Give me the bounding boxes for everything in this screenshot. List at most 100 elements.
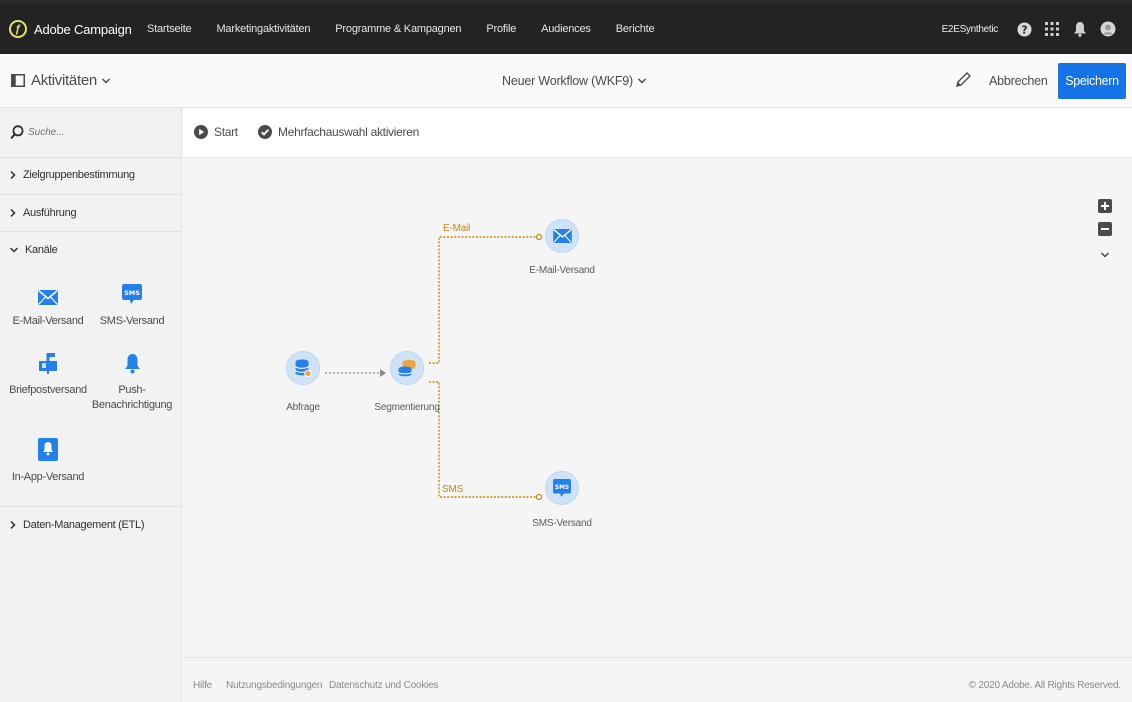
workflow-canvas[interactable]: E-Mail SMS Abfrage Segmentierung E-Mail-… — [183, 158, 1132, 656]
chevron-right-icon — [10, 520, 16, 530]
sms-bubble-icon: SMS — [122, 284, 142, 304]
chevron-down-icon — [1100, 252, 1110, 258]
brand-name: Adobe Campaign — [34, 21, 132, 37]
transition-email[interactable] — [429, 236, 537, 364]
main-nav: Startseite Marketingaktivitäten Programm… — [147, 23, 679, 35]
user-avatar-icon[interactable] — [1094, 21, 1122, 37]
node-label-segmentation: Segmentierung — [374, 402, 440, 413]
node-label-email: E-Mail-Versand — [529, 265, 595, 276]
footer-link-help[interactable]: Hilfe — [193, 680, 212, 691]
chevron-right-icon — [10, 170, 16, 180]
workflow-title: Neuer Workflow (WKF9) — [502, 74, 634, 88]
inapp-bell-icon — [38, 438, 58, 461]
divider — [0, 194, 182, 195]
checkmark-circle-icon — [258, 125, 272, 139]
start-label: Start — [214, 125, 238, 139]
adobe-campaign-logo-icon: ƒ — [9, 20, 27, 38]
apps-grid-icon[interactable] — [1038, 22, 1066, 36]
help-icon[interactable]: ? — [1010, 21, 1038, 37]
category-label: Ausführung — [23, 207, 77, 219]
category-label: Kanäle — [25, 244, 58, 256]
tile-label: Benachrichtigung — [91, 399, 173, 411]
category-execution[interactable]: Ausführung — [9, 207, 77, 219]
chevron-down-icon — [637, 78, 647, 84]
node-segmentation[interactable] — [390, 351, 424, 385]
nav-item-audiences[interactable]: Audiences — [541, 23, 591, 35]
minus-icon — [1098, 222, 1112, 236]
footer: Hilfe Nutzungsbedingungen Datenschutz un… — [183, 657, 1132, 702]
mailbox-icon — [39, 353, 57, 374]
nav-item-home[interactable]: Startseite — [147, 23, 192, 35]
node-email-delivery[interactable] — [545, 219, 579, 253]
node-sms-delivery[interactable]: SMS — [545, 471, 579, 505]
category-label: Zielgruppenbestimmung — [23, 169, 135, 181]
nav-item-reports[interactable]: Berichte — [616, 23, 655, 35]
transition-end-dot — [535, 493, 543, 501]
play-icon — [194, 125, 208, 139]
search-input[interactable]: Suche... — [28, 127, 65, 138]
multiselect-toggle[interactable]: Mehrfachauswahl aktivieren — [258, 125, 419, 139]
divider — [0, 231, 182, 232]
activities-sidebar: Suche... Zielgruppenbestimmung Ausführun… — [0, 108, 182, 702]
transition-label-sms: SMS — [442, 484, 464, 495]
category-targeting[interactable]: Zielgruppenbestimmung — [9, 169, 135, 181]
activities-label: Aktivitäten — [31, 72, 97, 89]
category-channels[interactable]: Kanäle — [9, 244, 58, 256]
transition-end-dot — [535, 233, 543, 241]
footer-link-privacy[interactable]: Datenschutz und Cookies — [329, 680, 439, 691]
tile-label: Briefpostversand — [9, 384, 87, 396]
arrow-right-icon — [380, 369, 386, 377]
panel-toggle-icon — [11, 74, 25, 87]
sms-bubble-icon: SMS — [553, 478, 571, 497]
edit-properties-button[interactable] — [955, 71, 972, 91]
divider — [0, 157, 182, 158]
divider — [0, 506, 182, 507]
svg-text:SMS: SMS — [124, 289, 140, 297]
nav-item-marketing-activities[interactable]: Marketingaktivitäten — [216, 23, 310, 35]
workflow-header: Aktivitäten Neuer Workflow (WKF9) Abbrec… — [0, 54, 1132, 108]
canvas-toolbar: Start Mehrfachauswahl aktivieren — [183, 108, 1132, 158]
tile-label: SMS-Versand — [99, 315, 165, 327]
zoom-in-button[interactable] — [1098, 199, 1112, 216]
node-query[interactable] — [286, 351, 320, 385]
nav-right: E2ESynthetic ? — [942, 4, 1122, 54]
pencil-icon — [956, 72, 971, 87]
category-label: Daten-Management (ETL) — [23, 519, 145, 531]
org-switcher[interactable]: E2ESynthetic — [942, 24, 999, 35]
brand[interactable]: ƒ Adobe Campaign — [9, 20, 147, 38]
workflow-title-dropdown[interactable]: Neuer Workflow (WKF9) — [502, 74, 647, 88]
chevron-down-icon — [101, 77, 110, 84]
chevron-right-icon — [10, 208, 16, 218]
category-data-management[interactable]: Daten-Management (ETL) — [9, 519, 144, 531]
zoom-options-toggle[interactable] — [1100, 248, 1110, 262]
zoom-out-button[interactable] — [1098, 222, 1112, 239]
activity-tile-push-notification[interactable]: Push- Benachrichtigung — [87, 348, 177, 413]
tile-label: Push- — [118, 384, 146, 396]
save-button[interactable]: Speichern — [1058, 63, 1126, 99]
chevron-down-icon — [9, 247, 19, 253]
push-bell-icon — [124, 354, 140, 374]
activity-tile-direct-mail[interactable]: Briefpostversand — [3, 348, 93, 398]
notifications-bell-icon[interactable] — [1066, 21, 1094, 37]
copyright: © 2020 Adobe. All Rights Reserved. — [968, 680, 1122, 691]
activity-search[interactable]: Suche... — [10, 125, 65, 140]
activity-tile-sms-delivery[interactable]: SMS SMS-Versand — [87, 279, 177, 329]
multiselect-label: Mehrfachauswahl aktivieren — [278, 125, 419, 139]
svg-text:SMS: SMS — [555, 484, 569, 490]
nav-item-profiles[interactable]: Profile — [486, 23, 516, 35]
activity-tile-email-delivery[interactable]: E-Mail-Versand — [3, 279, 93, 329]
activities-panel-toggle[interactable]: Aktivitäten — [11, 72, 111, 89]
nav-item-programs-campaigns[interactable]: Programme & Kampagnen — [335, 23, 461, 35]
tile-label: In-App-Versand — [11, 471, 85, 483]
footer-link-terms[interactable]: Nutzungsbedingungen — [226, 680, 322, 691]
transition-label-email: E-Mail — [443, 223, 471, 234]
search-icon — [10, 125, 24, 140]
activity-tile-inapp-delivery[interactable]: In-App-Versand — [3, 435, 93, 485]
top-navigation: ƒ Adobe Campaign Startseite Marketingakt… — [0, 0, 1132, 54]
database-query-icon — [295, 359, 312, 378]
email-envelope-icon — [552, 229, 572, 243]
start-button[interactable]: Start — [194, 125, 238, 139]
transition-sms[interactable] — [429, 381, 537, 498]
email-envelope-icon — [38, 290, 58, 305]
cancel-button[interactable]: Abbrechen — [989, 74, 1048, 88]
